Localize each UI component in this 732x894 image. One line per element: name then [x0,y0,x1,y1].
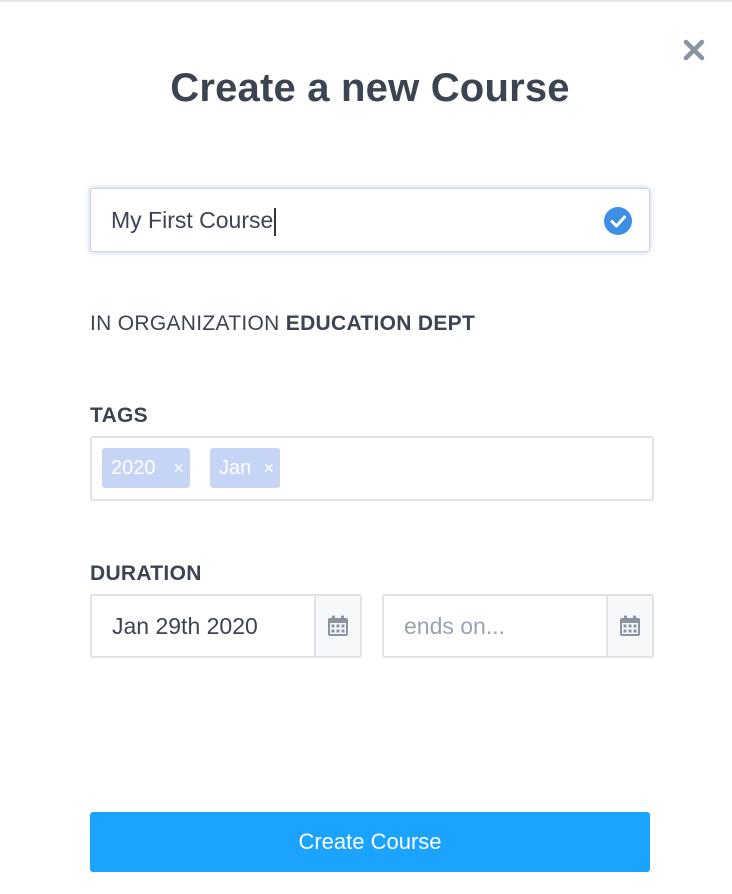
end-date-input[interactable] [404,596,594,656]
tag-label: Jan [219,456,252,479]
tag-remove-icon[interactable]: × [263,458,274,479]
course-name-value: My First Course [111,207,274,233]
organization-prefix: IN ORGANIZATION [90,312,280,335]
modal-title: Create a new Course [170,66,570,110]
top-divider [0,0,732,2]
tag-label: 2020 [111,456,156,479]
tag-remove-icon[interactable]: × [173,458,184,479]
tag-chip: Jan × [210,448,280,488]
calendar-icon [328,615,348,636]
organization-name: EDUCATION DEPT [285,312,476,335]
tag-chip: 2020 × [102,448,190,488]
create-course-button[interactable]: Create Course [90,812,650,872]
start-date-field[interactable]: Jan 29th 2020 [90,594,362,658]
close-button[interactable] [678,34,710,66]
close-icon [683,39,705,61]
duration-label: DURATION [90,562,202,585]
calendar-icon [620,615,640,636]
start-date-value: Jan 29th 2020 [112,613,258,639]
end-date-calendar-button[interactable] [606,596,652,656]
course-name-field[interactable]: My First Course [90,188,650,252]
start-date-calendar-button[interactable] [314,596,360,656]
organization-line: IN ORGANIZATION EDUCATION DEPT [90,312,475,336]
text-caret [274,207,277,236]
tags-input[interactable]: 2020 × Jan × [90,436,654,501]
end-date-field[interactable] [382,594,654,658]
course-name-input[interactable]: My First Course [111,189,581,251]
check-circle-icon [604,207,632,235]
tags-label: TAGS [90,404,148,427]
